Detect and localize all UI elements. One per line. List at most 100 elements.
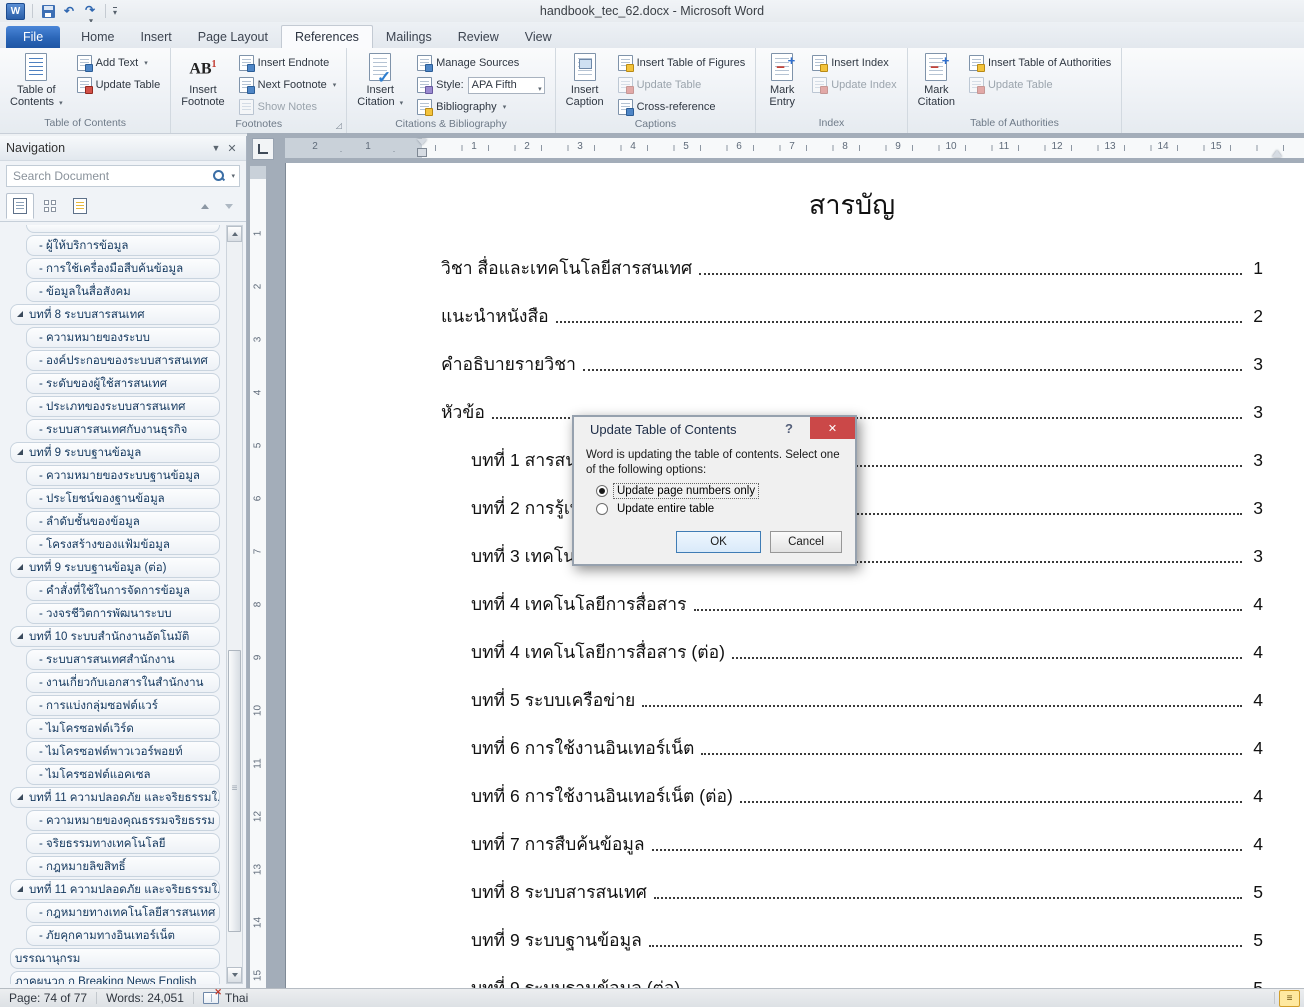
option-update-page-numbers[interactable]: Update page numbers only [596, 484, 855, 498]
nav-item[interactable]: - วงจรชีวิตการพัฒนาระบบ [26, 603, 220, 624]
expand-triangle-icon[interactable] [17, 311, 23, 317]
tab-browse-headings[interactable] [6, 193, 34, 219]
nav-item[interactable]: บทที่ 11 ความปลอดภัย และจริยธรรมใ... [10, 787, 220, 808]
expand-triangle-icon[interactable] [17, 794, 23, 800]
mark-citation-button[interactable]: −+MarkCitation [914, 51, 959, 109]
nav-item[interactable]: - คำสั่งที่ใช้ในการจัดการข้อมูล [26, 580, 220, 601]
option-label[interactable]: Update page numbers only [614, 484, 758, 498]
nav-item[interactable]: - ความหมายของคุณธรรมจริยธรรม [26, 810, 220, 831]
navigation-pane-menu-icon[interactable]: ▼ [208, 140, 224, 156]
bibliography-button[interactable]: Bibliography▾ [413, 96, 549, 118]
update-table-button[interactable]: Update Table [73, 74, 165, 96]
tab-selector[interactable] [252, 138, 274, 160]
nav-item[interactable]: - กฎหมายทางเทคโนโลยีสารสนเทศ [26, 902, 220, 923]
next-heading-icon[interactable] [218, 196, 240, 216]
nav-item-partial[interactable] [26, 225, 220, 233]
cross-reference-button[interactable]: Cross-reference [614, 96, 750, 118]
vertical-ruler[interactable]: 123456789101112131415 [250, 166, 266, 988]
toc-row[interactable]: แนะนำหนังสือ 2 [441, 304, 1263, 328]
insert-citation-button[interactable]: ✓InsertCitation ▾ [353, 51, 407, 111]
nav-item[interactable]: - ไมโครซอฟต์พาวเวอร์พอยท์ [26, 741, 220, 762]
tab-browse-results[interactable] [66, 193, 94, 219]
tab-review[interactable]: Review [445, 26, 512, 48]
expand-triangle-icon[interactable] [17, 449, 23, 455]
tab-mailings[interactable]: Mailings [373, 26, 445, 48]
scrollbar-thumb[interactable] [228, 650, 241, 932]
nav-item[interactable]: - ความหมายของระบบฐานข้อมูล [26, 465, 220, 486]
nav-item[interactable]: บทที่ 9 ระบบฐานข้อมูล [10, 442, 220, 463]
mark-entry-button[interactable]: −+MarkEntry [762, 51, 802, 109]
insert-footnote-button[interactable]: AB1InsertFootnote [177, 51, 228, 109]
search-icon[interactable] [213, 170, 225, 182]
tab-view[interactable]: View [512, 26, 565, 48]
tab-home[interactable]: Home [68, 26, 127, 48]
table-of-contents-button[interactable]: Table ofContents ▾ [6, 51, 67, 111]
nav-item[interactable]: - ความหมายของระบบ [26, 327, 220, 348]
style-button[interactable]: Style:APA Fifth▾ [413, 74, 549, 96]
expand-triangle-icon[interactable] [17, 633, 23, 639]
next-footnote-button[interactable]: Next Footnote▾ [235, 74, 341, 96]
nav-item[interactable]: - ข้อมูลในสื่อสังคม [26, 281, 220, 302]
style-combo[interactable]: APA Fifth▾ [468, 77, 545, 94]
word-count[interactable]: Words: 24,051 [97, 989, 193, 1007]
nav-item[interactable]: บรรณานุกรม [10, 948, 220, 969]
toc-row[interactable]: บทที่ 4 เทคโนโลยีการสื่อสาร (ต่อ)4 [441, 640, 1263, 664]
nav-item[interactable]: บทที่ 9 ระบบฐานข้อมูล (ต่อ) [10, 557, 220, 578]
tab-browse-pages[interactable] [36, 193, 64, 219]
nav-item[interactable]: - ภัยคุกคามทางอินเทอร์เน็ต [26, 925, 220, 946]
ok-button[interactable]: OK [676, 531, 761, 553]
search-options-icon[interactable]: ▾ [231, 172, 235, 180]
nav-item[interactable]: - ผู้ให้บริการข้อมูล [26, 235, 220, 256]
toc-row[interactable]: คำอธิบายรายวิชา3 [441, 352, 1263, 376]
toc-row[interactable]: บทที่ 7 การสืบค้นข้อมูล4 [441, 832, 1263, 856]
radio-icon[interactable] [596, 503, 608, 515]
status-tray-icon[interactable]: ≡ [1279, 990, 1300, 1007]
insert-table-of-figures-button[interactable]: Insert Table of Figures [614, 52, 750, 74]
nav-item[interactable]: ภาคผนวก ก Breaking News English [10, 971, 220, 984]
tab-insert[interactable]: Insert [128, 26, 185, 48]
option-update-entire-table[interactable]: Update entire table [596, 502, 855, 516]
nav-item[interactable]: - ไมโครซอฟต์แอคเซล [26, 764, 220, 785]
nav-item[interactable]: - การแบ่งกลุ่มซอฟต์แวร์ [26, 695, 220, 716]
insert-index-button[interactable]: Insert Index [808, 52, 900, 74]
nav-item[interactable]: - องค์ประกอบของระบบสารสนเทศ [26, 350, 220, 371]
add-text-button[interactable]: Add Text▾ [73, 52, 165, 74]
nav-item[interactable]: - ประเภทของระบบสารสนเทศ [26, 396, 220, 417]
option-label[interactable]: Update entire table [614, 502, 717, 516]
nav-item[interactable]: - ลำดับชั้นของข้อมูล [26, 511, 220, 532]
nav-item[interactable]: - ไมโครซอฟต์เวิร์ด [26, 718, 220, 739]
indent-marker[interactable] [417, 139, 427, 157]
right-indent-marker[interactable] [1272, 150, 1282, 157]
toc-row[interactable]: บทที่ 6 การใช้งานอินเทอร์เน็ต 4 [441, 736, 1263, 760]
scroll-down-icon[interactable] [227, 967, 242, 983]
nav-item[interactable]: - กฎหมายลิขสิทธิ์ [26, 856, 220, 877]
nav-item[interactable]: บทที่ 10 ระบบสำนักงานอัตโนมัติ [10, 626, 220, 647]
insert-table-of-authorities-button[interactable]: Insert Table of Authorities [965, 52, 1115, 74]
toc-row[interactable]: บทที่ 4 เทคโนโลยีการสื่อสาร4 [441, 592, 1263, 616]
toc-row[interactable]: บทที่ 8 ระบบสารสนเทศ5 [441, 880, 1263, 904]
expand-triangle-icon[interactable] [17, 564, 23, 570]
nav-item[interactable]: บทที่ 8 ระบบสารสนเทศ [10, 304, 220, 325]
tab-file[interactable]: File [6, 26, 60, 48]
horizontal-ruler[interactable]: 2·1·123456789101112131415 [285, 138, 1304, 158]
document-page[interactable]: สารบัญ วิชา สื่อและเทคโนโลยีสารสนเทศ 1แน… [285, 163, 1304, 988]
insert-caption-button[interactable]: InsertCaption [562, 51, 608, 109]
nav-item[interactable]: - จริยธรรมทางเทคโนโลยี [26, 833, 220, 854]
tab-page-layout[interactable]: Page Layout [185, 26, 281, 48]
previous-heading-icon[interactable] [194, 196, 216, 216]
nav-item[interactable]: - งานเกี่ยวกับเอกสารในสำนักงาน [26, 672, 220, 693]
toc-row[interactable]: วิชา สื่อและเทคโนโลยีสารสนเทศ 1 [441, 256, 1263, 280]
dialog-launcher-icon[interactable]: ◿ [334, 121, 343, 130]
toc-row[interactable]: บทที่ 9 ระบบฐานข้อมูล5 [441, 928, 1263, 952]
toc-row[interactable]: บทที่ 9 ระบบฐานข้อมูล (ต่อ)5 [441, 976, 1263, 988]
expand-triangle-icon[interactable] [17, 886, 23, 892]
toc-row[interactable]: บทที่ 6 การใช้งานอินเทอร์เน็ต (ต่อ)4 [441, 784, 1263, 808]
page-indicator[interactable]: Page: 74 of 77 [0, 989, 96, 1007]
cancel-button[interactable]: Cancel [770, 531, 842, 553]
proofing-status[interactable]: Thai [194, 989, 257, 1007]
tab-references[interactable]: References [281, 25, 373, 48]
help-icon[interactable]: ? [781, 421, 797, 436]
nav-item[interactable]: - การใช้เครื่องมือสืบค้นข้อมูล [26, 258, 220, 279]
radio-selected-icon[interactable] [596, 485, 608, 497]
insert-endnote-button[interactable]: Insert Endnote [235, 52, 341, 74]
